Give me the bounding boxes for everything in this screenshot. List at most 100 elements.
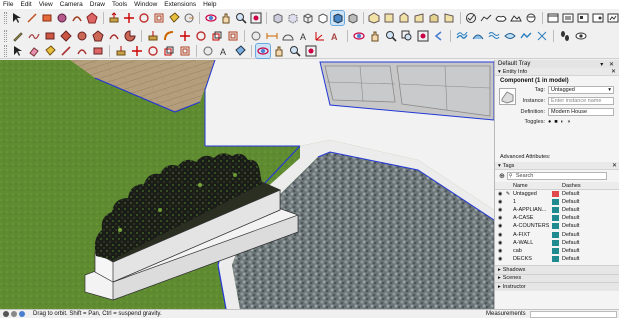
circle-tool-icon[interactable] [56, 11, 69, 25]
tags-panel-header[interactable]: ▾ Tags ✕ [495, 162, 619, 170]
sandbox-from-contours-icon[interactable] [455, 29, 469, 43]
scene-canvas[interactable] [0, 60, 494, 309]
circle-tool-icon[interactable] [75, 29, 89, 43]
orbit-icon[interactable] [255, 43, 271, 59]
push-pull-tool-icon[interactable] [146, 29, 160, 43]
instance-input[interactable]: Enter instance name [548, 97, 614, 105]
close-icon[interactable]: ✕ [611, 68, 616, 75]
xray-style-icon[interactable] [271, 11, 284, 25]
freehand-tool-icon[interactable] [27, 29, 41, 43]
paint-bucket-icon[interactable] [43, 44, 57, 58]
cast-shadows-icon[interactable]: ◑ [567, 119, 570, 125]
dashes-column-header[interactable]: Dashes [562, 183, 602, 189]
shapes-icon[interactable] [91, 44, 105, 58]
receive-shadows-icon[interactable]: ◐ [561, 119, 564, 125]
menu-view[interactable]: View [39, 1, 53, 8]
name-column-header[interactable]: Name [513, 183, 549, 189]
tag-row[interactable]: ◉ A-CASE Default [495, 214, 619, 222]
monochrome-style-icon[interactable] [346, 11, 359, 25]
menu-tools[interactable]: Tools [112, 1, 127, 8]
tape-measure-tool-icon[interactable] [183, 11, 196, 25]
tag-dashes[interactable]: Default [562, 232, 602, 238]
eye-icon[interactable]: ◉ [495, 207, 503, 213]
orbit-tool-icon[interactable] [352, 29, 366, 43]
active-tag-icon[interactable]: ✎ [503, 191, 513, 197]
push-pull-icon[interactable] [114, 44, 128, 58]
push-pull-tool-icon[interactable] [108, 11, 121, 25]
tag-color-swatch[interactable] [549, 223, 562, 230]
tags-search-input[interactable]: ⚲ Search [506, 172, 607, 180]
eye-icon[interactable]: ◉ [495, 199, 503, 205]
back-edges-style-icon[interactable] [286, 11, 299, 25]
tag-dashes[interactable]: Default [562, 199, 602, 205]
tag-color-swatch[interactable] [549, 191, 562, 198]
offset-icon[interactable] [178, 44, 192, 58]
instructor-panel-header[interactable]: ▸ Instructor [495, 282, 619, 291]
wireframe-style-icon[interactable] [301, 11, 314, 25]
paint-tool-icon[interactable] [168, 11, 181, 25]
scale-icon[interactable] [162, 44, 176, 58]
tag-row[interactable]: ◉ A-COUNTERS Default [495, 222, 619, 230]
right-view-icon[interactable] [413, 11, 426, 25]
walk-tool-icon[interactable] [558, 29, 572, 43]
outliner-icon[interactable] [561, 11, 574, 25]
text-tool-icon[interactable]: A [297, 29, 311, 43]
look-around-icon[interactable] [574, 29, 588, 43]
geo-location-icon[interactable] [3, 311, 9, 317]
pan-icon[interactable] [272, 44, 286, 58]
back-view-icon[interactable] [428, 11, 441, 25]
tray-controls-icon[interactable]: ▾ ✕ [600, 61, 616, 68]
rotate-tool-icon[interactable] [138, 11, 151, 25]
eye-icon[interactable]: ◉ [495, 240, 503, 246]
left-view-icon[interactable] [443, 11, 456, 25]
eye-icon[interactable]: ◉ [495, 256, 503, 262]
photo-textures-icon[interactable] [525, 11, 538, 25]
rotated-rect-icon[interactable] [59, 29, 73, 43]
eye-icon[interactable]: ◉ [495, 215, 503, 221]
tag-row[interactable]: ◉ ✎ Untagged Default [495, 190, 619, 198]
zoom-window-icon[interactable] [400, 29, 414, 43]
menu-draw[interactable]: Draw [90, 1, 105, 8]
sandbox-add-detail-icon[interactable] [519, 29, 533, 43]
components-icon[interactable] [576, 11, 589, 25]
sandbox-flip-edge-icon[interactable] [535, 29, 549, 43]
zoom-extents-tool-icon[interactable] [249, 11, 262, 25]
tag-dashes[interactable]: Default [562, 207, 602, 213]
offset-tool-icon[interactable] [153, 11, 166, 25]
move-tool-icon[interactable] [178, 29, 192, 43]
previous-view-icon[interactable] [432, 29, 446, 43]
tag-row[interactable]: ◉ A-WALL Default [495, 239, 619, 247]
zoom-tool-icon[interactable] [384, 29, 398, 43]
tag-color-swatch[interactable] [549, 247, 562, 254]
eye-icon[interactable]: ◉ [495, 248, 503, 254]
advanced-attributes-toggle[interactable]: Advanced Attributes: [500, 154, 550, 160]
rotate-tool-icon[interactable] [194, 29, 208, 43]
front-view-icon[interactable] [398, 11, 411, 25]
solid-tools-icon[interactable] [465, 11, 478, 25]
entity-info-panel-header[interactable]: ▾ Entity Info ✕ [495, 68, 619, 76]
close-icon[interactable]: ✕ [612, 162, 617, 169]
scenes-icon[interactable] [606, 11, 619, 25]
line-tool-icon[interactable] [26, 11, 39, 25]
credits-icon[interactable] [11, 311, 17, 317]
follow-me-icon[interactable] [162, 29, 176, 43]
pan-tool-icon[interactable] [368, 29, 382, 43]
add-location-icon[interactable] [495, 11, 508, 25]
tag-dashes[interactable]: Default [562, 191, 602, 197]
tape-icon[interactable] [201, 44, 215, 58]
tag-select[interactable]: Untagged ▾ [548, 86, 614, 94]
eye-icon[interactable]: ◉ [495, 223, 503, 229]
definition-input[interactable]: Modern House [548, 108, 614, 116]
menu-help[interactable]: Help [203, 1, 216, 8]
line-pencil-icon[interactable] [59, 44, 73, 58]
toolbar-grip[interactable] [4, 45, 7, 57]
sandbox-tools-icon[interactable] [480, 11, 493, 25]
text-icon[interactable]: A [217, 44, 231, 58]
menu-edit[interactable]: Edit [20, 1, 31, 8]
tag-color-swatch[interactable] [549, 199, 562, 206]
eye-icon[interactable]: ◉ [495, 232, 503, 238]
tag-row[interactable]: ◉ 1 Default [495, 198, 619, 206]
move-icon[interactable] [130, 44, 144, 58]
polygon-tool-icon[interactable] [86, 11, 99, 25]
sandbox-smoove-icon[interactable] [471, 29, 485, 43]
